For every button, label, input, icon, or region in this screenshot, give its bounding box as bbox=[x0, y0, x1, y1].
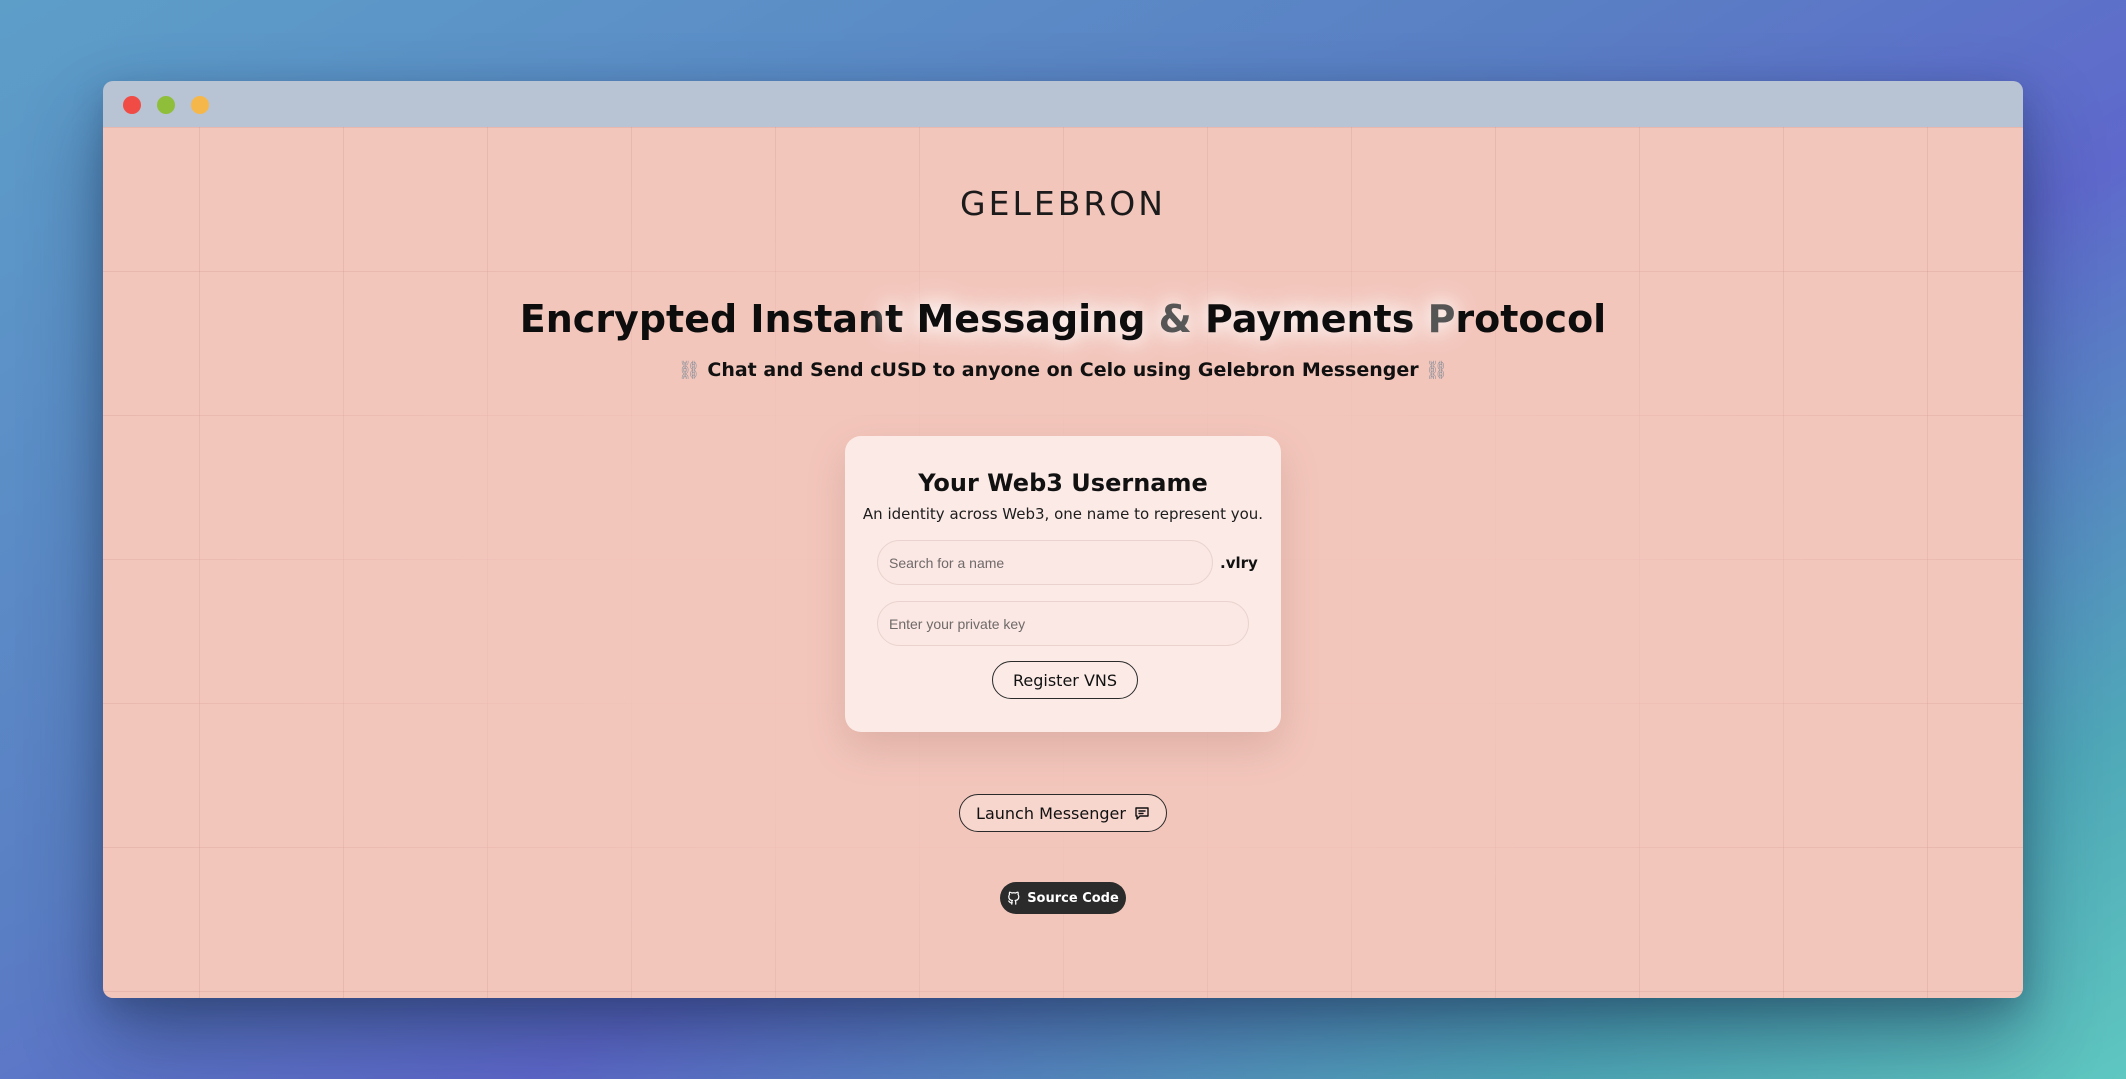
username-card: Your Web3 Username An identity across We… bbox=[845, 436, 1281, 732]
brand-logo[interactable]: GELEBRON bbox=[103, 184, 2023, 223]
hero-subline-text: Chat and Send cUSD to anyone on Celo usi… bbox=[707, 359, 1419, 381]
hero-subline: ⛓ Chat and Send cUSD to anyone on Celo u… bbox=[103, 359, 2023, 381]
source-code-label: Source Code bbox=[1027, 890, 1119, 906]
minimize-window-button[interactable] bbox=[157, 96, 175, 114]
browser-window: GELEBRON Encrypted Instant Messaging & P… bbox=[103, 81, 2023, 998]
github-icon bbox=[1007, 891, 1021, 905]
chain-icon: ⛓ bbox=[677, 360, 701, 381]
chain-icon: ⛓ bbox=[1425, 360, 1449, 381]
chat-bubble-icon bbox=[1134, 805, 1150, 821]
page-content: GELEBRON Encrypted Instant Messaging & P… bbox=[103, 127, 2023, 998]
window-titlebar bbox=[103, 81, 2023, 127]
zoom-window-button[interactable] bbox=[191, 96, 209, 114]
name-search-input[interactable] bbox=[877, 540, 1213, 585]
register-vns-button[interactable]: Register VNS bbox=[992, 661, 1138, 699]
card-subtitle: An identity across Web3, one name to rep… bbox=[862, 505, 1264, 523]
name-search-row: .vlry bbox=[877, 540, 1258, 585]
private-key-input[interactable] bbox=[877, 601, 1249, 646]
source-code-button[interactable]: Source Code bbox=[1000, 882, 1126, 914]
close-window-button[interactable] bbox=[123, 96, 141, 114]
launch-messenger-button[interactable]: Launch Messenger bbox=[959, 794, 1167, 832]
name-suffix: .vlry bbox=[1220, 553, 1258, 572]
launch-messenger-label: Launch Messenger bbox=[976, 803, 1126, 823]
hero-headline: Encrypted Instant Messaging & Payments P… bbox=[519, 297, 1607, 341]
card-title: Your Web3 Username bbox=[918, 469, 1208, 497]
